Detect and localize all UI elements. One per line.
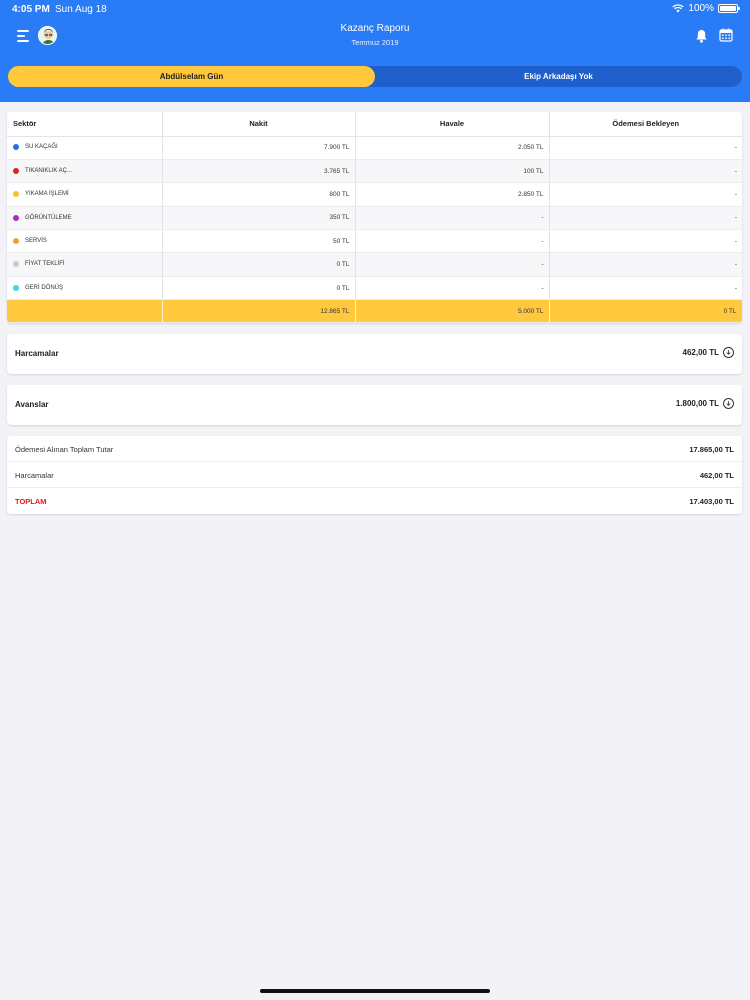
advances-label: Avanslar — [15, 400, 49, 409]
status-right: 100% — [672, 3, 740, 14]
sector-cell: SU KAÇAĞI — [7, 136, 163, 160]
header-sector: Sektör — [7, 112, 163, 137]
cash-cell: 7.900 TL — [162, 136, 356, 160]
transfer-cell: - — [355, 252, 550, 277]
table-total-row: 12.865 TL 5.000 TL 0 TL — [7, 299, 742, 323]
sector-color-dot — [13, 191, 19, 198]
sector-name: GÖRÜNTÜLEME — [25, 214, 72, 221]
cash-cell: 3.765 TL — [162, 159, 356, 184]
sector-name: TIKANIKLIK AÇ... — [25, 167, 73, 174]
segment-team[interactable]: Ekip Arkadaşı Yok — [375, 66, 742, 87]
transfer-cell: - — [355, 276, 550, 301]
summary-expenses-label: Harcamalar — [15, 471, 54, 480]
sector-color-dot — [13, 261, 19, 268]
pending-cell: - — [549, 206, 742, 231]
page-title: Kazanç Raporu — [340, 23, 410, 34]
sector-name: GERİ DÖNÜŞ — [25, 284, 64, 291]
pending-cell: - — [549, 136, 742, 160]
pending-cell: - — [549, 229, 742, 254]
status-date: Sun Aug 18 — [55, 4, 107, 15]
bell-icon[interactable] — [695, 29, 708, 43]
status-time: 4:05 PM — [12, 4, 50, 15]
summary-card: Ödemesi Alınan Toplam Tutar 17.865,00 TL… — [7, 436, 742, 514]
total-transfer-cell: 5.000 TL — [355, 299, 550, 323]
earnings-table-card: Sektör Nakit Havale Ödemesi Bekleyen SU … — [7, 112, 742, 323]
summary-received-label: Ödemesi Alınan Toplam Tutar — [15, 445, 114, 454]
cash-cell: 50 TL — [162, 229, 356, 254]
earnings-table: Sektör Nakit Havale Ödemesi Bekleyen SU … — [7, 112, 742, 323]
sector-name: SERVİS — [25, 237, 47, 244]
cash-cell: 0 TL — [162, 252, 356, 277]
transfer-cell: 100 TL — [355, 159, 550, 184]
table-row[interactable]: GÖRÜNTÜLEME 350 TL - - — [7, 206, 742, 231]
status-bar: 4:05 PM Sun Aug 18 100% — [0, 0, 750, 18]
advances-row[interactable]: Avanslar 1.800,00 TL — [7, 385, 742, 425]
sector-color-dot — [13, 167, 19, 174]
table-row[interactable]: SU KAÇAĞI 7.900 TL 2.050 TL - — [7, 136, 742, 160]
summary-expenses-row: Harcamalar 462,00 TL — [7, 462, 742, 488]
transfer-cell: - — [355, 229, 550, 254]
battery-icon — [718, 4, 740, 13]
total-sector-cell — [7, 299, 163, 323]
summary-total-row: TOPLAM 17.403,00 TL — [7, 488, 742, 514]
member-segment-control: Abdülselam Gün Ekip Arkadaşı Yok — [8, 66, 742, 87]
advances-value: 1.800,00 TL — [675, 399, 719, 408]
transfer-cell: - — [355, 206, 550, 231]
sector-color-dot — [13, 144, 19, 151]
table-row[interactable]: YIKAMA İŞLEMİ 800 TL 2.850 TL - — [7, 182, 742, 207]
sector-cell: GÖRÜNTÜLEME — [7, 206, 163, 231]
cash-cell: 0 TL — [162, 276, 356, 301]
battery-percent: 100% — [688, 3, 714, 14]
expenses-value: 462,00 TL — [682, 348, 719, 357]
sector-cell: GERİ DÖNÜŞ — [7, 276, 163, 301]
sector-cell: FİYAT TEKLİFİ — [7, 252, 163, 277]
summary-total-value: 17.403,00 TL — [689, 497, 734, 506]
sector-color-dot — [13, 284, 19, 291]
advances-value-wrap: 1.800,00 TL — [676, 398, 734, 409]
header-transfer: Havale — [355, 112, 550, 137]
sector-cell: SERVİS — [7, 229, 163, 254]
sector-cell: TIKANIKLIK AÇ... — [7, 159, 163, 184]
summary-total-label: TOPLAM — [15, 497, 47, 506]
sector-color-dot — [13, 214, 19, 221]
header-pending: Ödemesi Bekleyen — [549, 112, 742, 137]
table-row[interactable]: TIKANIKLIK AÇ... 3.765 TL 100 TL - — [7, 159, 742, 184]
sector-name: FİYAT TEKLİFİ — [25, 261, 65, 268]
calendar-icon[interactable] — [719, 28, 733, 42]
table-header-row: Sektör Nakit Havale Ödemesi Bekleyen — [7, 112, 742, 137]
wifi-icon — [672, 4, 685, 13]
page-subtitle: Temmuz 2019 — [351, 38, 399, 47]
table-row[interactable]: GERİ DÖNÜŞ 0 TL - - — [7, 276, 742, 301]
table-row[interactable]: SERVİS 50 TL - - — [7, 229, 742, 254]
sector-cell: YIKAMA İŞLEMİ — [7, 182, 163, 207]
transfer-cell: 2.850 TL — [355, 182, 550, 207]
table-row[interactable]: FİYAT TEKLİFİ 0 TL - - — [7, 252, 742, 277]
pending-cell: - — [549, 159, 742, 184]
expenses-row[interactable]: Harcamalar 462,00 TL — [7, 334, 742, 374]
expenses-value-wrap: 462,00 TL — [683, 347, 734, 358]
total-cash-cell: 12.865 TL — [162, 299, 356, 323]
pending-cell: - — [549, 276, 742, 301]
cash-cell: 800 TL — [162, 182, 356, 207]
summary-expenses-value: 462,00 TL — [699, 471, 734, 480]
summary-received-value: 17.865,00 TL — [689, 445, 734, 454]
expenses-download-icon[interactable] — [723, 347, 734, 358]
transfer-cell: 2.050 TL — [355, 136, 550, 160]
sector-color-dot — [13, 237, 19, 244]
top-header: 4:05 PM Sun Aug 18 100% Kazanç Raporu Te… — [0, 0, 750, 102]
sector-name: SU KAÇAĞI — [25, 144, 58, 151]
home-indicator — [260, 989, 490, 993]
summary-received-row: Ödemesi Alınan Toplam Tutar 17.865,00 TL — [7, 436, 742, 462]
sector-name: YIKAMA İŞLEMİ — [25, 191, 69, 198]
pending-cell: - — [549, 182, 742, 207]
cash-cell: 350 TL — [162, 206, 356, 231]
total-pending-cell: 0 TL — [549, 299, 742, 323]
segment-self[interactable]: Abdülselam Gün — [8, 66, 375, 87]
expenses-label: Harcamalar — [15, 349, 59, 358]
advances-download-icon[interactable] — [723, 398, 734, 409]
header-cash: Nakit — [162, 112, 356, 137]
pending-cell: - — [549, 252, 742, 277]
